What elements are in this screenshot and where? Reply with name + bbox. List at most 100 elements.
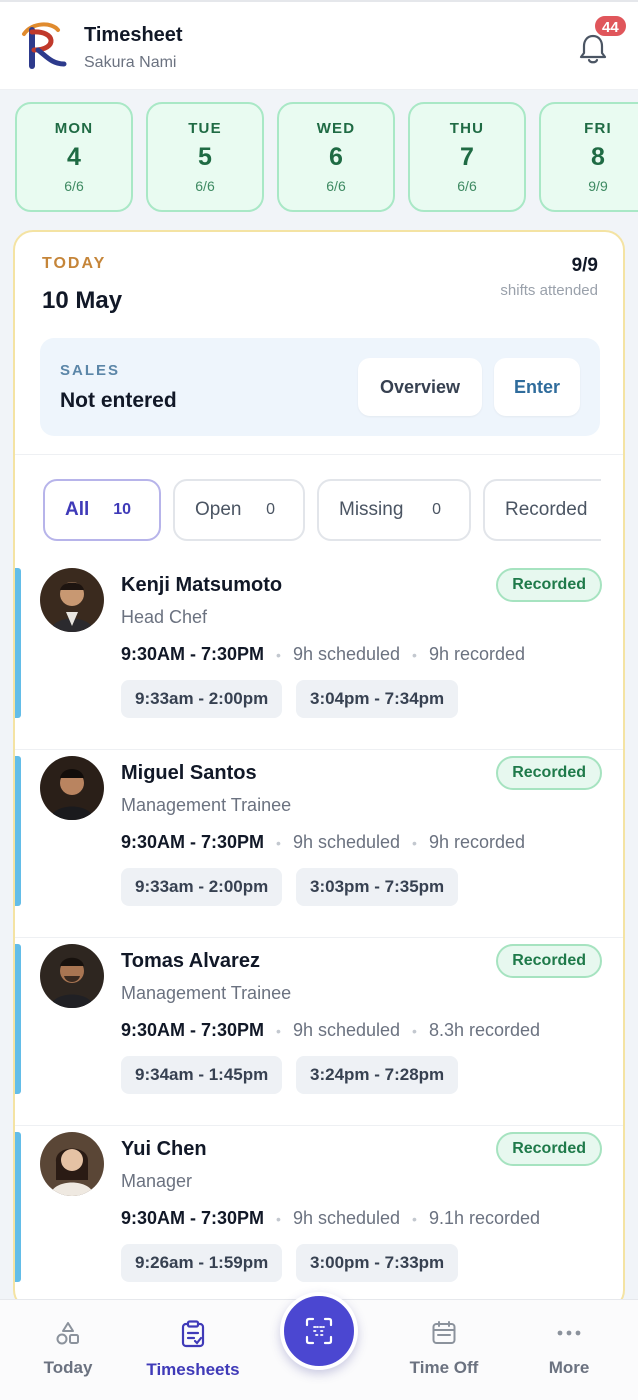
- scheduled-hours: 9h scheduled: [292, 1020, 401, 1040]
- scheduled-time: 9:30AM - 7:30PM: [121, 644, 265, 664]
- day-name: WED: [316, 120, 356, 137]
- sales-label: SALES: [60, 362, 121, 379]
- day-card-mon[interactable]: MON 4 6/6: [15, 102, 133, 212]
- avatar: [40, 756, 104, 820]
- recorded-hours: 9.1h recorded: [428, 1208, 541, 1228]
- shift-count: 9/9: [571, 255, 598, 276]
- filter-label: Recorded: [505, 499, 588, 520]
- day-name: FRI: [584, 120, 612, 137]
- scan-icon: [305, 1317, 333, 1345]
- overview-button[interactable]: Overview: [358, 358, 482, 416]
- schedule-summary: 9:30AM - 7:30PM • 9h scheduled • 9h recorded: [121, 832, 526, 852]
- employee-row[interactable]: Yui Chen Manager Recorded 9:30AM - 7:30P…: [15, 1126, 623, 1308]
- day-attendance: 6/6: [195, 178, 215, 194]
- filter-count: 0: [266, 501, 275, 518]
- enter-sales-button[interactable]: Enter: [494, 358, 580, 416]
- filter-open[interactable]: Open 0: [173, 479, 305, 541]
- user-name: Sakura Nami: [84, 54, 177, 71]
- day-card-wed[interactable]: WED 6 6/6: [277, 102, 395, 212]
- day-card-thu[interactable]: THU 7 6/6: [408, 102, 526, 212]
- filter-all[interactable]: All 10: [43, 479, 161, 541]
- week-day-strip: MON 4 6/6 TUE 5 6/6 WED 6 6/6 THU 7 6/6 …: [0, 102, 638, 214]
- time-segment: 3:04pm - 7:34pm: [296, 680, 459, 718]
- row-accent-bar: [15, 568, 21, 718]
- today-label: TODAY: [42, 255, 107, 272]
- day-card-fri[interactable]: FRI 8 9/9: [539, 102, 638, 212]
- time-segment: 3:24pm - 7:28pm: [296, 1056, 459, 1094]
- scheduled-hours: 9h scheduled: [292, 832, 401, 852]
- employee-name: Miguel Santos: [121, 762, 257, 784]
- nav-time-off[interactable]: Time Off: [384, 1320, 504, 1378]
- scheduled-hours: 9h scheduled: [292, 1208, 401, 1228]
- row-accent-bar: [15, 1132, 21, 1282]
- schedule-summary: 9:30AM - 7:30PM • 9h scheduled • 8.3h record…: [121, 1020, 541, 1040]
- status-badge: Recorded: [496, 1132, 602, 1166]
- day-attendance: 6/6: [457, 178, 477, 194]
- nav-timesheets[interactable]: Timesheets: [133, 1320, 253, 1380]
- calendar-icon: [432, 1321, 456, 1344]
- time-segment: 9:33am - 2:00pm: [121, 680, 283, 718]
- employee-role: Management Trainee: [121, 983, 292, 1003]
- status-badge: Recorded: [496, 944, 602, 978]
- sales-panel: SALES Not entered Overview Enter: [40, 338, 600, 436]
- schedule-summary: 9:30AM - 7:30PM • 9h scheduled • 9.1h record…: [121, 1208, 541, 1228]
- day-number: 7: [460, 143, 474, 171]
- avatar: [40, 568, 104, 632]
- status-badge: Recorded: [496, 568, 602, 602]
- schedule-summary: 9:30AM - 7:30PM • 9h scheduled • 9h recorded: [121, 644, 526, 664]
- avatar: [40, 944, 104, 1008]
- filter-recorded[interactable]: Recorded: [483, 479, 601, 541]
- row-accent-bar: [15, 944, 21, 1094]
- time-segment: 3:03pm - 7:35pm: [296, 868, 459, 906]
- day-attendance: 6/6: [64, 178, 84, 194]
- nav-label: More: [548, 1358, 590, 1377]
- time-segment: 9:33am - 2:00pm: [121, 868, 283, 906]
- app-header: Timesheet Sakura Nami 44: [0, 0, 638, 90]
- nav-label: Today: [43, 1358, 93, 1377]
- nav-more[interactable]: More: [509, 1320, 629, 1378]
- notification-badge: 44: [593, 14, 628, 38]
- filter-label: All: [65, 499, 90, 520]
- time-segment: 3:00pm - 7:33pm: [296, 1244, 459, 1282]
- time-segment: 9:34am - 1:45pm: [121, 1056, 283, 1094]
- employee-row[interactable]: Kenji Matsumoto Head Chef Recorded 9:30A…: [15, 562, 623, 750]
- employee-name: Kenji Matsumoto: [121, 574, 283, 596]
- day-number: 8: [591, 143, 605, 171]
- scheduled-time: 9:30AM - 7:30PM: [121, 832, 265, 852]
- row-accent-bar: [15, 756, 21, 906]
- divider: [15, 454, 623, 455]
- day-attendance: 6/6: [326, 178, 346, 194]
- sales-value: Not entered: [60, 389, 177, 412]
- app-title: Timesheet: [84, 24, 183, 46]
- brand-logo: [22, 22, 67, 69]
- scheduled-time: 9:30AM - 7:30PM: [121, 1020, 265, 1040]
- filter-label: Open: [195, 499, 242, 520]
- shapes-icon: [56, 1322, 79, 1345]
- day-number: 4: [67, 143, 81, 171]
- scan-button[interactable]: [280, 1292, 358, 1370]
- scheduled-hours: 9h scheduled: [292, 644, 401, 664]
- clipboard-icon: [181, 1320, 205, 1348]
- employee-row[interactable]: Miguel Santos Management Trainee Recorde…: [15, 750, 623, 938]
- status-badge: Recorded: [496, 756, 602, 790]
- day-card-tue[interactable]: TUE 5 6/6: [146, 102, 264, 212]
- nav-label: Timesheets: [146, 1360, 240, 1379]
- employee-name: Tomas Alvarez: [121, 950, 260, 972]
- employee-row[interactable]: Tomas Alvarez Management Trainee Recorde…: [15, 938, 623, 1126]
- time-segment: 9:26am - 1:59pm: [121, 1244, 283, 1282]
- filter-label: Missing: [339, 499, 404, 520]
- recorded-hours: 8.3h recorded: [428, 1020, 541, 1040]
- today-card: TODAY 10 May 9/9 shifts attended SALES N…: [13, 230, 625, 1310]
- nav-today[interactable]: Today: [8, 1320, 128, 1378]
- scheduled-time: 9:30AM - 7:30PM: [121, 1208, 265, 1228]
- nav-label: Time Off: [409, 1358, 479, 1377]
- employee-role: Head Chef: [121, 607, 208, 627]
- day-number: 6: [329, 143, 343, 171]
- filter-missing[interactable]: Missing 0: [317, 479, 471, 541]
- day-name: TUE: [188, 120, 222, 137]
- day-number: 5: [198, 143, 212, 171]
- status-filter-tabs: All 10 Open 0 Missing 0 Recorded: [43, 479, 601, 543]
- filter-count: 10: [113, 501, 131, 518]
- day-name: MON: [54, 120, 94, 137]
- shift-count-label: shifts attended: [500, 282, 598, 299]
